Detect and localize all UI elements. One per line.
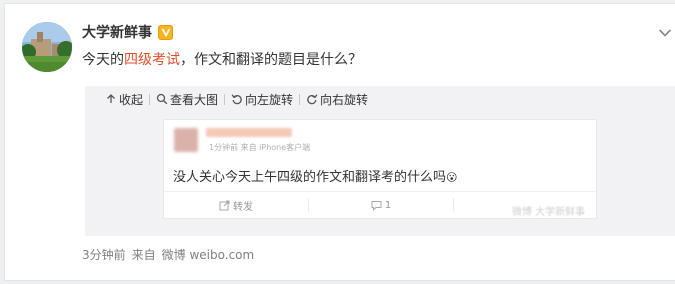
author-name[interactable]: 大学新鲜事 xyxy=(82,22,152,42)
screenshot-repost-label: 转发 xyxy=(233,201,253,213)
screenshot-meta: 1分钟前 来自 iPhone客户端 xyxy=(209,143,311,152)
screenshot-text: 没人关心今天上午四级的作文和翻译考的什么吗😮 xyxy=(173,166,457,185)
image-toolbar: 收起 查看大图 向左旋转 向右旋转 xyxy=(85,86,374,112)
rotate-left-icon xyxy=(231,94,242,105)
author-avatar[interactable] xyxy=(22,22,72,72)
source-link[interactable]: 微博 weibo.com xyxy=(162,248,255,262)
screenshot-user-name-blurred xyxy=(206,128,292,137)
weibo-post-card: 大学新鲜事 今天的四级考试，作文和翻译的题目是什么？ 收起 查看大图 向左旋转 … xyxy=(4,3,675,281)
comment-icon xyxy=(371,200,382,211)
image-watermark: 微博 大学新鲜事 xyxy=(512,207,586,218)
topic-link[interactable]: 四级考试 xyxy=(124,52,180,68)
view-large-label: 查看大图 xyxy=(170,92,219,107)
author-row: 大学新鲜事 xyxy=(82,23,173,41)
verified-v-icon xyxy=(158,24,173,40)
screenshot-comment: 1 xyxy=(309,200,453,211)
rotate-left-label: 向左旋转 xyxy=(245,92,294,107)
emoji-icon: 😮 xyxy=(446,171,458,184)
post-footer: 3分钟前 来自 微博 weibo.com xyxy=(82,246,260,263)
action-divider xyxy=(453,198,454,212)
rotate-right-label: 向右旋转 xyxy=(320,92,369,107)
screenshot-comment-count: 1 xyxy=(384,199,392,211)
post-text: 今天的四级考试，作文和翻译的题目是什么？ xyxy=(82,49,362,69)
post-text-start: 今天的 xyxy=(82,52,124,68)
campus-photo xyxy=(22,22,72,72)
screenshot-user-avatar xyxy=(174,128,198,152)
share-icon xyxy=(219,200,230,210)
arrow-up-icon xyxy=(107,94,115,103)
screenshot-text-body: 没人关心今天上午四级的作文和翻译考的什么吗 xyxy=(173,170,447,185)
chevron-down-icon[interactable] xyxy=(658,28,672,38)
rotate-right-button[interactable]: 向右旋转 xyxy=(300,86,374,112)
source-prefix: 来自 xyxy=(131,248,156,262)
rotate-right-icon xyxy=(307,94,318,105)
collapse-button[interactable]: 收起 xyxy=(99,86,149,112)
collapse-label: 收起 xyxy=(119,92,144,107)
post-text-end: ，作文和翻译的题目是什么？ xyxy=(180,52,362,68)
image-viewer-panel: 收起 查看大图 向左旋转 向右旋转 1分钟前 来自 iPhone客户端 没人关心… xyxy=(85,86,675,236)
view-large-button[interactable]: 查看大图 xyxy=(150,86,224,112)
screenshot-repost: 转发 xyxy=(164,198,308,213)
magnifier-icon xyxy=(156,93,168,105)
post-time[interactable]: 3分钟前 xyxy=(82,248,126,262)
rotate-left-button[interactable]: 向左旋转 xyxy=(225,86,299,112)
